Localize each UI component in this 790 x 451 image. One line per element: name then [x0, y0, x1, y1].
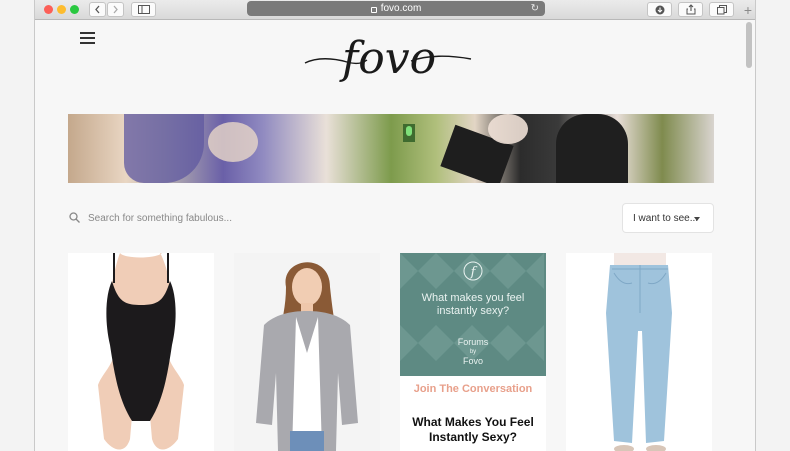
forum-promo-banner: f What makes you feel instantly sexy? Fo… [400, 253, 546, 376]
address-bar-url: fovo.com [380, 3, 422, 14]
forums-label: Forums [457, 337, 489, 347]
download-button[interactable] [647, 2, 672, 17]
forum-post-title[interactable]: What Makes You Feel Instantly Sexy? [400, 415, 546, 445]
back-button[interactable] [89, 2, 106, 17]
filter-dropdown[interactable]: I want to see... [622, 203, 714, 233]
share-button[interactable] [678, 2, 703, 17]
minimize-window-button[interactable] [57, 5, 66, 14]
fovo-logo[interactable]: fovo [303, 27, 475, 99]
reload-icon[interactable]: ↻ [531, 3, 539, 14]
maximize-window-button[interactable] [70, 5, 79, 14]
forums-by-label: by [469, 349, 477, 355]
lock-icon [370, 6, 377, 13]
search-row: I want to see... [68, 203, 714, 233]
forums-brand-label: Fovo [462, 356, 483, 366]
filter-dropdown-label: I want to see... [633, 212, 699, 224]
bodysuit-product-image [68, 253, 214, 451]
join-conversation-link[interactable]: Join The Conversation [400, 383, 546, 395]
address-bar[interactable]: fovo.com ↻ [247, 1, 545, 16]
forum-question: What makes you feel instantly sexy? [421, 292, 525, 317]
new-tab-icon[interactable]: + [739, 3, 755, 18]
search-input[interactable] [88, 209, 388, 227]
forward-icon [113, 5, 118, 14]
hero-banner-image [68, 114, 714, 183]
forward-button[interactable] [107, 2, 124, 17]
cardigan-product-image [234, 253, 380, 451]
product-card-bodysuit[interactable] [68, 253, 214, 451]
download-icon [655, 5, 664, 14]
close-window-button[interactable] [44, 5, 53, 14]
search-icon [69, 212, 80, 223]
show-tabs-button[interactable] [709, 2, 734, 17]
logo-text: fovo [339, 33, 436, 84]
sidebar-button[interactable] [131, 2, 156, 17]
browser-toolbar: fovo.com ↻ [35, 0, 755, 20]
caret-down-icon [694, 217, 700, 221]
forum-promo-card[interactable]: f What makes you feel instantly sexy? Fo… [400, 253, 546, 451]
product-card-jeans[interactable] [566, 253, 712, 451]
page-scrollbar[interactable] [746, 22, 752, 68]
browser-window: fovo.com ↻ fovo Search for something fab… [34, 0, 756, 451]
product-card-cardigan[interactable] [234, 253, 380, 451]
sidebar-icon [137, 5, 150, 14]
share-icon [686, 4, 695, 15]
hamburger-icon[interactable] [80, 32, 95, 44]
tabs-icon [716, 4, 727, 14]
jeans-product-image [566, 253, 712, 451]
back-icon [95, 5, 100, 14]
